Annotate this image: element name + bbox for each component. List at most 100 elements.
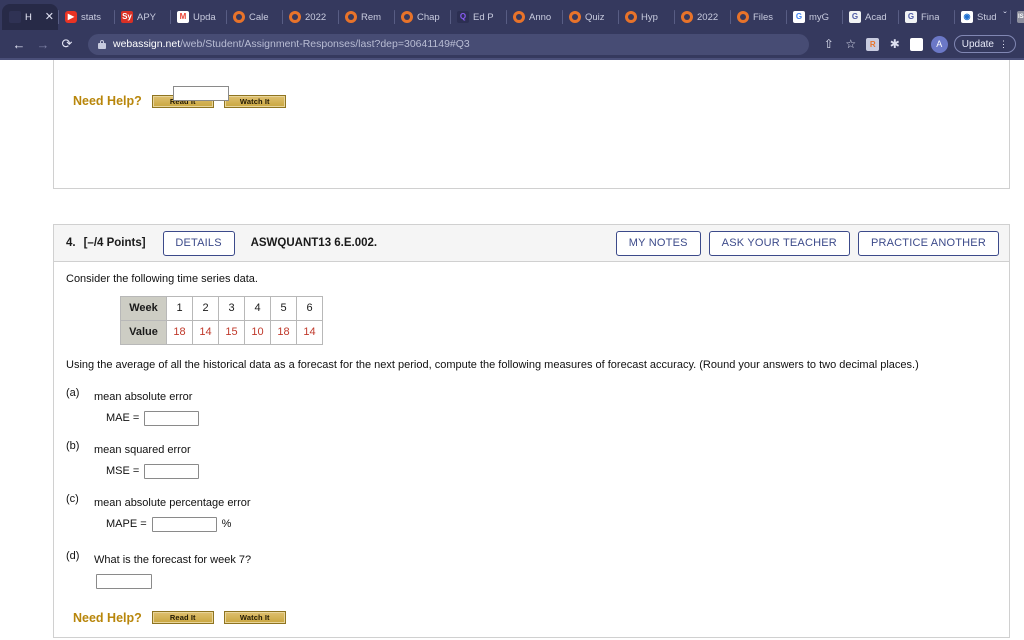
close-icon[interactable]: ✕ [45, 11, 54, 23]
browser-tab[interactable]: G Fina [898, 4, 954, 30]
globe-icon: ◉ [961, 11, 973, 23]
mape-input[interactable] [151, 516, 217, 532]
watch-it-button[interactable]: Watch It [223, 611, 286, 625]
mse-label: MSE = [106, 465, 140, 478]
week-cell: 1 [166, 295, 193, 321]
generic-icon [289, 11, 301, 23]
bee-icon [9, 11, 21, 23]
address-bar[interactable]: webassign.net/web/Student/Assignment-Res… [88, 33, 809, 55]
youtube-icon: ▶ [65, 11, 77, 23]
ask-your-teacher-button-4[interactable]: ASK YOUR TEACHER [708, 230, 850, 256]
details-button-4[interactable]: DETAILS [162, 230, 235, 256]
lock-icon [98, 39, 106, 49]
tab-title: Upda [193, 11, 216, 23]
value-cell: 14 [296, 319, 323, 345]
update-label: Update [961, 38, 994, 50]
question-4-instruction: Using the average of all the historical … [66, 358, 919, 371]
browser-tab[interactable]: Cale [226, 4, 282, 30]
tab-title: Acad [865, 11, 887, 23]
question-4-number: 4. [66, 237, 76, 249]
url-domain: webassign.net [113, 38, 181, 50]
practice-another-button-4[interactable]: PRACTICE ANOTHER [857, 230, 999, 256]
browser-tab[interactable]: 2022 [282, 4, 338, 30]
question-part-b: (b) mean squared error MSE = [66, 440, 997, 479]
tab-title: 2022 [697, 11, 719, 23]
mse-input[interactable] [144, 463, 200, 479]
value-cell: 15 [218, 319, 245, 345]
browser-tab[interactable]: Sy APY [114, 4, 170, 30]
part-title-b: mean squared error [94, 443, 191, 456]
question-part-c: (c) mean absolute percentage error MAPE … [66, 493, 997, 532]
time-series-table: Week 1 2 3 4 5 6 Value 18 14 15 10 18 14 [120, 295, 323, 345]
reload-button[interactable]: ⟳ [56, 33, 78, 55]
forward-button[interactable]: → [32, 33, 54, 55]
browser-toolbar: ← → ⟳ webassign.net/web/Student/Assignme… [0, 30, 1024, 58]
generic-icon [401, 11, 413, 23]
my-notes-button-4[interactable]: MY NOTES [615, 230, 701, 256]
tab-title: H [25, 11, 32, 23]
symbolab-icon: Sy [121, 11, 133, 23]
watch-it-button[interactable]: Watch It [223, 94, 286, 108]
quizlet-icon: Q [457, 11, 469, 23]
question-card-previous: Need Help? Read It Watch It [53, 60, 1010, 189]
browser-tab[interactable]: 2022 [674, 4, 730, 30]
browser-tab[interactable]: Rem [338, 4, 394, 30]
percent-sign: % [221, 518, 232, 531]
generic-icon [233, 11, 245, 23]
value-cell: 18 [270, 319, 297, 345]
table-header-value: Value [120, 319, 167, 345]
tab-strip: H ✕ ▶ stats Sy APY M Upda Cale 2022 Rem Chap Q Ed P An… [0, 0, 1024, 30]
gmail-icon: M [177, 11, 189, 23]
question-4-intro: Consider the following time series data. [66, 273, 258, 285]
browser-tab[interactable]: Hyp [618, 4, 674, 30]
browser-chrome: H ✕ ▶ stats Sy APY M Upda Cale 2022 Rem Chap Q Ed P An… [0, 0, 1024, 60]
part-letter-d: (d) [66, 549, 80, 562]
reading-list-icon[interactable]: R [863, 34, 883, 54]
previous-answer-input[interactable] [173, 86, 229, 101]
browser-tab[interactable]: Quiz [562, 4, 618, 30]
tab-list-button[interactable]: ˇ [992, 5, 1018, 27]
tab-title: stats [81, 11, 102, 23]
generic-icon [625, 11, 637, 23]
share-icon[interactable]: ⇧ [819, 34, 839, 54]
question-4-code: ASWQUANT13 6.E.002. [250, 237, 378, 249]
extensions-puzzle-icon[interactable]: ✱ [885, 34, 905, 54]
browser-tab[interactable]: Q Ed P [450, 4, 506, 30]
need-help-label: Need Help? [73, 94, 142, 108]
generic-icon [737, 11, 749, 23]
tab-title: Anno [529, 11, 552, 23]
browser-tab[interactable]: ▶ stats [58, 4, 114, 30]
mape-label: MAPE = [106, 518, 147, 531]
week-cell: 4 [244, 295, 271, 321]
part-title-c: mean absolute percentage error [94, 496, 251, 509]
side-panel-icon[interactable] [907, 34, 927, 54]
generic-icon [681, 11, 693, 23]
dark-site-icon: ISA [1017, 11, 1024, 23]
part-title-d: What is the forecast for week 7? [94, 553, 252, 566]
part-letter-b: (b) [66, 439, 80, 452]
back-button[interactable]: ← [8, 33, 30, 55]
mae-input[interactable] [144, 410, 200, 426]
value-cell: 14 [192, 319, 219, 345]
browser-tab[interactable]: Anno [506, 4, 562, 30]
question-4-header: 4. [–/4 Points] DETAILS ASWQUANT13 6.E.0… [54, 225, 1009, 262]
forecast-week-7-input[interactable] [96, 573, 152, 589]
tab-title: Chap [417, 11, 440, 23]
part-letter-c: (c) [66, 492, 79, 505]
bookmark-star-icon[interactable]: ☆ [841, 34, 861, 54]
browser-tab[interactable]: Chap [394, 4, 450, 30]
profile-avatar[interactable]: A [930, 35, 948, 53]
browser-tab[interactable]: Files [730, 4, 786, 30]
mae-label: MAE = [106, 412, 140, 425]
chrome-menu-icon[interactable]: ⋮ [999, 39, 1008, 49]
week-cell: 2 [192, 295, 219, 321]
read-it-button[interactable]: Read It [151, 611, 214, 625]
browser-tab[interactable]: H ✕ [2, 4, 58, 30]
browser-tab[interactable]: M Upda [170, 4, 226, 30]
browser-tab[interactable]: GmyG [786, 4, 842, 30]
update-button[interactable]: Update ⋮ [953, 35, 1016, 53]
question-part-d: (d) What is the forecast for week 7? [66, 550, 997, 589]
answer-row-c: MAPE = % [106, 516, 997, 532]
tab-title: Fina [921, 11, 940, 23]
browser-tab[interactable]: G Acad [842, 4, 898, 30]
